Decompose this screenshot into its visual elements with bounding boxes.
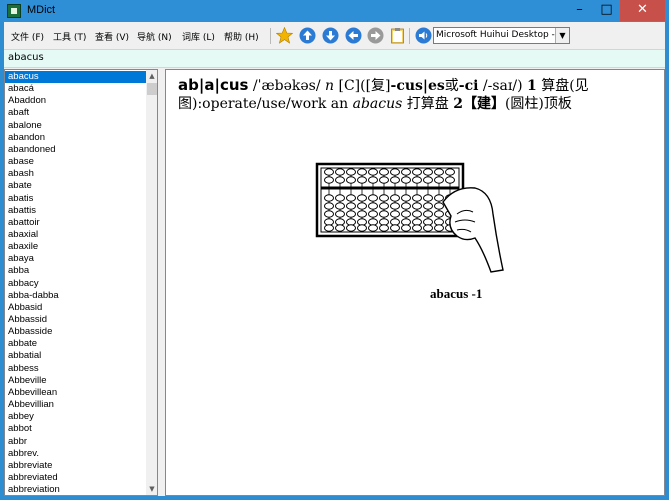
plural-form: -cus|es <box>390 78 445 94</box>
definition-panel: ab|a|cus /ˈæbəkəs/ n [C]([复]-cus|es或-ci … <box>165 69 665 496</box>
sense-2-text: (圆柱)顶板 <box>504 96 572 112</box>
window-title: MDict <box>27 4 56 16</box>
dictionary-entry: ab|a|cus /ˈæbəkəs/ n [C]([复]-cus|es或-ci … <box>178 76 638 113</box>
word-list: abacus abacá Abaddon abaft abalone abandon aba… <box>4 69 158 496</box>
word-list-item[interactable]: Abbasid <box>5 302 146 314</box>
maximize-button[interactable]: □ <box>593 0 620 21</box>
word-list-item[interactable]: abbacy <box>5 278 146 290</box>
word-list-item[interactable]: abbreviation <box>5 484 146 495</box>
sense-number: 2 <box>453 96 463 112</box>
arrow-up-icon[interactable] <box>299 27 316 44</box>
scroll-up-arrow-icon[interactable]: ▲ <box>146 70 157 82</box>
app-window: MDict – □ ✕ 文件 (F) 工具 (T) 查看 (V) 导航 (N) … <box>0 0 669 500</box>
scroll-down-arrow-icon[interactable]: ▼ <box>146 483 157 495</box>
word-list-item[interactable]: abate <box>5 180 146 192</box>
word-list-item[interactable]: Abbassid <box>5 314 146 326</box>
close-button[interactable]: ✕ <box>620 0 665 21</box>
word-list-item[interactable]: abattis <box>5 205 146 217</box>
word-list-item[interactable]: abash <box>5 168 146 180</box>
word-list-item[interactable]: abaxial <box>5 229 146 241</box>
menu-file[interactable]: 文件 (F) <box>11 30 44 43</box>
title-bar: MDict – □ ✕ <box>0 0 669 22</box>
scrollbar-thumb[interactable] <box>147 83 157 95</box>
pronunciation: /ˈæbəkəs/ <box>252 78 321 94</box>
clipboard-icon[interactable] <box>389 27 406 44</box>
word-list-item[interactable]: abaya <box>5 253 146 265</box>
menu-library[interactable]: 词库 (L) <box>182 30 215 43</box>
word-list-item[interactable]: abacus <box>5 71 146 83</box>
word-list-item[interactable]: abase <box>5 156 146 168</box>
word-list-item[interactable]: abalone <box>5 120 146 132</box>
word-list-item[interactable]: abatis <box>5 193 146 205</box>
speaker-icon[interactable] <box>415 27 432 44</box>
word-list-item[interactable]: Abbasside <box>5 326 146 338</box>
voice-select[interactable]: Microsoft Huihui Desktop - C ▼ <box>433 27 570 44</box>
word-list-item[interactable]: abbey <box>5 411 146 423</box>
arrow-down-icon[interactable] <box>322 27 339 44</box>
word-list-item[interactable]: abaft <box>5 107 146 119</box>
client-area: 文件 (F) 工具 (T) 查看 (V) 导航 (N) 词库 (L) 帮助 (H… <box>4 22 665 496</box>
menu-navigate[interactable]: 导航 (N) <box>137 30 172 43</box>
word-list-item[interactable]: abbreviated <box>5 472 146 484</box>
menu-view[interactable]: 查看 (V) <box>95 30 129 43</box>
word-list-item[interactable]: abbr <box>5 436 146 448</box>
chevron-down-icon[interactable]: ▼ <box>555 28 569 43</box>
word-list-item[interactable]: abba-dabba <box>5 290 146 302</box>
star-icon[interactable] <box>276 27 293 44</box>
word-list-item[interactable]: abbrev. <box>5 448 146 460</box>
word-list-item[interactable]: abandoned <box>5 144 146 156</box>
minimize-button[interactable]: – <box>566 0 593 21</box>
word-list-item[interactable]: Abbevillian <box>5 399 146 411</box>
abacus-illustration <box>315 158 505 278</box>
word-list-item[interactable]: abaxile <box>5 241 146 253</box>
search-input[interactable] <box>8 52 308 63</box>
menu-bar: 文件 (F) 工具 (T) 查看 (V) 导航 (N) 词库 (L) 帮助 (H… <box>4 22 665 49</box>
word-list-item[interactable]: Abaddon <box>5 95 146 107</box>
voice-select-value: Microsoft Huihui Desktop - C <box>436 30 564 40</box>
plural-form-alt: -ci <box>458 78 479 94</box>
word-list-item[interactable]: Abbeville <box>5 375 146 387</box>
word-list-item[interactable]: abacá <box>5 83 146 95</box>
domain-label: 【建】 <box>462 96 505 112</box>
word-list-item[interactable]: abbess <box>5 363 146 375</box>
word-list-item[interactable]: Abbevillean <box>5 387 146 399</box>
figure-caption: abacus -1 <box>430 286 483 301</box>
menu-help[interactable]: 帮助 (H) <box>224 30 259 43</box>
toolbar-separator <box>270 28 271 44</box>
grammar-note: [C]([复] <box>338 78 391 94</box>
word-list-item[interactable]: abattoir <box>5 217 146 229</box>
word-list-item[interactable]: abbreviate <box>5 460 146 472</box>
mdict-app-icon <box>7 4 21 18</box>
word-list-item[interactable]: abbot <box>5 423 146 435</box>
forward-icon[interactable] <box>367 27 384 44</box>
search-bar <box>4 49 665 68</box>
example-headword: abacus <box>352 96 403 112</box>
part-of-speech: n <box>325 78 335 94</box>
back-icon[interactable] <box>345 27 362 44</box>
headword: ab|a|cus <box>178 76 249 94</box>
word-list-item[interactable]: abbate <box>5 338 146 350</box>
word-list-item[interactable]: abba <box>5 265 146 277</box>
example-translation: 打算盘 <box>406 96 449 112</box>
word-list-item[interactable]: abandon <box>5 132 146 144</box>
plural-pronunciation: /-saɪ/) <box>482 78 523 94</box>
menu-tools[interactable]: 工具 (T) <box>53 30 86 43</box>
toolbar-separator <box>409 28 410 44</box>
word-list-scrollbar[interactable]: ▲ ▼ <box>146 70 157 495</box>
sense-number: 1 <box>527 78 537 94</box>
word-list-item[interactable]: abbatial <box>5 350 146 362</box>
or-text: 或 <box>444 78 459 94</box>
